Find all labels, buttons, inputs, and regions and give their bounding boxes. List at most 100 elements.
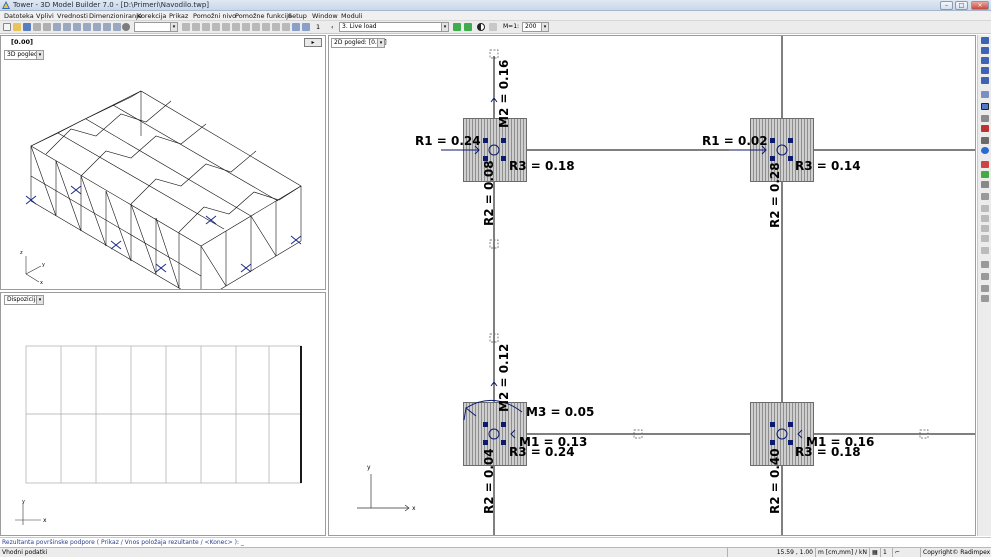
panel-disposition: Dispozicija ▾ y x	[0, 292, 326, 536]
minimize-button[interactable]: –	[940, 1, 953, 10]
title-bar: Tower - 3D Model Builder 7.0 - [D:\Prime…	[0, 0, 991, 11]
2d-axis-gizmo	[357, 474, 410, 512]
spin-value: 1	[316, 23, 321, 31]
tool-h-icon[interactable]	[981, 285, 989, 292]
text-icon[interactable]	[103, 23, 111, 31]
window-title: Tower - 3D Model Builder 7.0 - [D:\Prime…	[13, 1, 210, 9]
fit-icon[interactable]	[489, 23, 497, 31]
info-icon[interactable]	[981, 147, 989, 154]
2d-axis-y-label: y	[367, 464, 371, 471]
support-tool-icon[interactable]	[981, 37, 989, 44]
save-icon[interactable]	[23, 23, 31, 31]
label-f1-r1: R1 = 0.24	[415, 134, 481, 148]
active-view-icon[interactable]	[981, 103, 989, 110]
status-page: 1	[880, 548, 892, 557]
label-f3-m3: M3 = 0.05	[526, 405, 595, 419]
maximize-button[interactable]: □	[955, 1, 968, 10]
load-next-icon[interactable]	[464, 23, 472, 31]
measure-icon[interactable]	[63, 23, 71, 31]
status-bar: Vhodni podatki 15.59 , 1.00 m [cm,mm] / …	[0, 547, 991, 557]
status-grid-icon[interactable]: ▦	[869, 548, 880, 557]
2d-axis-x-label: x	[412, 505, 416, 512]
load-tool-2-icon[interactable]	[981, 171, 989, 178]
tool-c-icon[interactable]	[981, 225, 989, 232]
status-snap-icon[interactable]: ⌐	[892, 548, 920, 557]
contrast-icon[interactable]	[477, 23, 485, 31]
close-button[interactable]: ×	[971, 1, 989, 10]
menu-setup[interactable]: Setup	[288, 12, 307, 20]
command-line[interactable]: Rezultanta površinske podpore ( Prikaz /…	[0, 537, 991, 547]
settings-icon[interactable]	[122, 23, 130, 31]
label-f3-m2: M2 = 0.12	[497, 343, 511, 412]
tool-g-icon[interactable]	[981, 273, 989, 280]
menu-window[interactable]: Window	[312, 12, 338, 20]
label-f2-r2: R2 = 0.28	[768, 162, 782, 228]
label-f3-r3: R3 = 0.24	[509, 445, 575, 459]
view-3d-icon[interactable]	[242, 23, 250, 31]
tool-e-icon[interactable]	[981, 247, 989, 254]
spin-arrows-icon[interactable]: ‹	[331, 23, 334, 31]
panel-2d-view: 2D pogled: [0.00] ▾ R1 = 0.24 R3 = 0.18 …	[328, 35, 976, 536]
toolbar-combo-empty[interactable]: ▾	[134, 22, 178, 32]
grid-icon[interactable]	[83, 23, 91, 31]
redo-icon[interactable]	[43, 23, 51, 31]
tool-d-icon[interactable]	[981, 235, 989, 242]
undo-icon[interactable]	[33, 23, 41, 31]
menu-moduli[interactable]: Moduli	[341, 12, 362, 20]
menu-korekcija[interactable]: Korekcija	[137, 12, 166, 20]
label-f4-r3: R3 = 0.18	[795, 445, 861, 459]
label-f4-r2: R2 = 0.40	[768, 448, 782, 514]
open-folder-icon[interactable]	[13, 23, 21, 31]
menu-prikaz[interactable]: Prikaz	[169, 12, 188, 20]
label-f3-r2: R2 = 0.04	[482, 448, 496, 514]
layer-icon[interactable]	[113, 23, 121, 31]
menu-dimenzioniranje[interactable]: Dimenzioniranje	[89, 12, 142, 20]
zoom-in-icon[interactable]	[182, 23, 190, 31]
3d-axis-gizmo	[25, 256, 42, 283]
hide-icon[interactable]	[282, 23, 290, 31]
pan-icon[interactable]	[222, 23, 230, 31]
hand-icon[interactable]	[981, 193, 989, 200]
support-tool-4-icon[interactable]	[981, 67, 989, 74]
tool-b-icon[interactable]	[981, 215, 989, 222]
select-icon[interactable]	[53, 23, 61, 31]
support-tool-3-icon[interactable]	[981, 57, 989, 64]
snap-icon[interactable]	[93, 23, 101, 31]
zoom-out-icon[interactable]	[192, 23, 200, 31]
grid-tool-icon[interactable]	[981, 91, 989, 98]
dimension-icon[interactable]	[73, 23, 81, 31]
dimension-tool-icon[interactable]	[981, 115, 989, 122]
menu-pomozni-nivo[interactable]: Pomožni nivo	[193, 12, 236, 20]
view-top-icon[interactable]	[262, 23, 270, 31]
back-icon[interactable]	[302, 23, 310, 31]
menu-pomozne-funkcije[interactable]: Pomožne funkcije	[235, 12, 292, 20]
tool-a-icon[interactable]	[981, 205, 989, 212]
tower-app-icon	[2, 1, 10, 9]
new-file-icon[interactable]	[3, 23, 11, 31]
view-front-icon[interactable]	[252, 23, 260, 31]
view-side-icon[interactable]	[272, 23, 280, 31]
load-tool-3-icon[interactable]	[981, 181, 989, 188]
support-tool-5-icon[interactable]	[981, 77, 989, 84]
rotate-icon[interactable]	[232, 23, 240, 31]
menu-vplivi[interactable]: Vplivi	[36, 12, 54, 20]
measure-tool-icon[interactable]	[981, 137, 989, 144]
zoom-all-icon[interactable]	[212, 23, 220, 31]
load-tool-icon[interactable]	[981, 161, 989, 168]
load-prev-icon[interactable]	[453, 23, 461, 31]
plan-axis-x-label: x	[43, 517, 47, 524]
scale-select[interactable]: 200 ▾	[522, 22, 549, 32]
support-tool-2-icon[interactable]	[981, 47, 989, 54]
menu-vrednosti[interactable]: Vrednosti	[57, 12, 88, 20]
load-case-select[interactable]: 3. Live load ▾	[339, 22, 449, 32]
menu-bar: Datoteka Vplivi Vrednosti Dimenzioniranj…	[0, 11, 991, 21]
refresh-icon[interactable]	[292, 23, 300, 31]
menu-datoteka[interactable]: Datoteka	[4, 12, 34, 20]
tool-f-icon[interactable]	[981, 261, 989, 268]
3d-axis-z-label: z	[20, 250, 23, 256]
plan-axis-y-label: y	[22, 499, 25, 505]
record-icon[interactable]	[981, 125, 989, 132]
label-f2-r3: R3 = 0.14	[795, 159, 861, 173]
tool-i-icon[interactable]	[981, 295, 989, 302]
zoom-window-icon[interactable]	[202, 23, 210, 31]
